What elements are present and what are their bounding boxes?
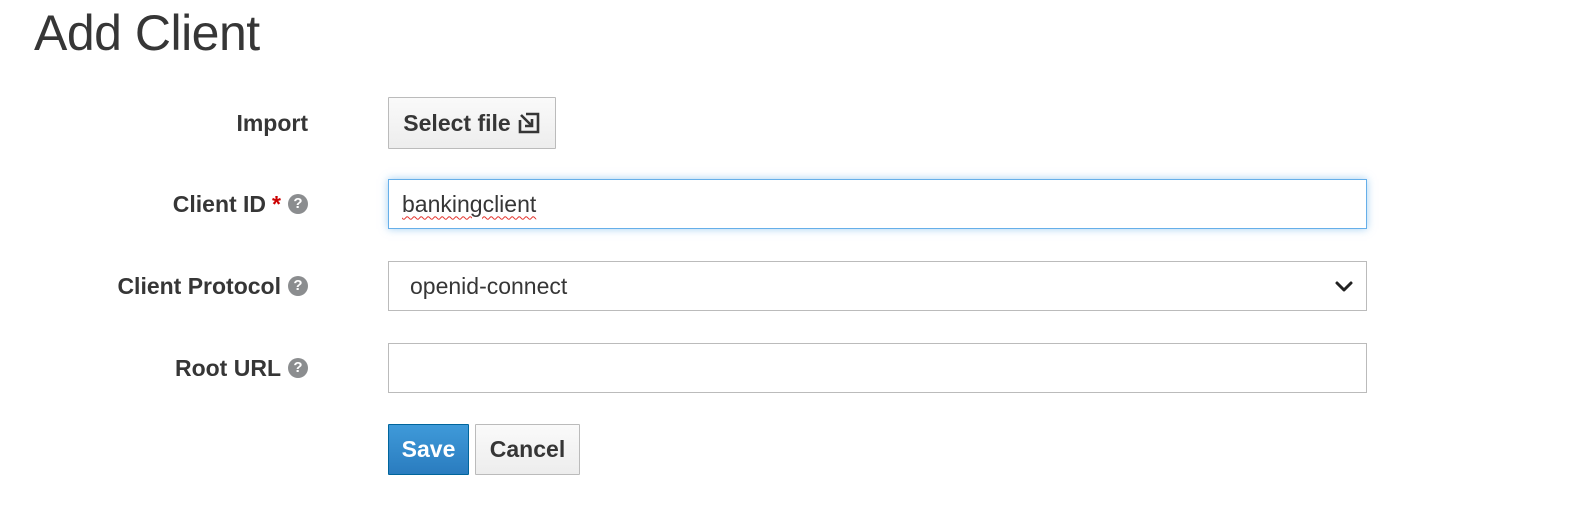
select-file-button[interactable]: Select file	[388, 97, 556, 149]
chevron-down-icon	[1335, 281, 1353, 292]
client-id-label: Client ID * ?	[173, 178, 308, 230]
help-icon[interactable]: ?	[288, 276, 308, 296]
root-url-input[interactable]	[388, 343, 1367, 393]
select-file-label: Select file	[403, 109, 511, 136]
client-protocol-label-text: Client Protocol	[117, 272, 281, 299]
add-client-page: Add Client Import Select file Client ID …	[0, 0, 1578, 506]
import-label: Import	[236, 97, 308, 149]
import-row: Import	[0, 97, 1578, 149]
page-title: Add Client	[34, 5, 260, 61]
client-id-label-text: Client ID	[172, 190, 267, 217]
help-icon[interactable]: ?	[288, 358, 308, 378]
root-url-label-text: Root URL	[174, 354, 281, 381]
import-icon	[518, 112, 539, 134]
client-id-input[interactable]: bankingclient	[388, 179, 1367, 229]
help-icon[interactable]: ?	[288, 194, 308, 214]
client-id-value: bankingclient	[402, 190, 537, 217]
save-button[interactable]: Save	[388, 424, 469, 475]
cancel-button[interactable]: Cancel	[475, 424, 580, 475]
import-label-text: Import	[236, 109, 308, 136]
client-protocol-selected: openid-connect	[410, 272, 568, 299]
client-protocol-label: Client Protocol ?	[117, 260, 308, 312]
client-protocol-select[interactable]: openid-connect	[388, 261, 1367, 311]
root-url-label: Root URL ?	[175, 342, 308, 394]
required-marker: *	[272, 190, 281, 217]
